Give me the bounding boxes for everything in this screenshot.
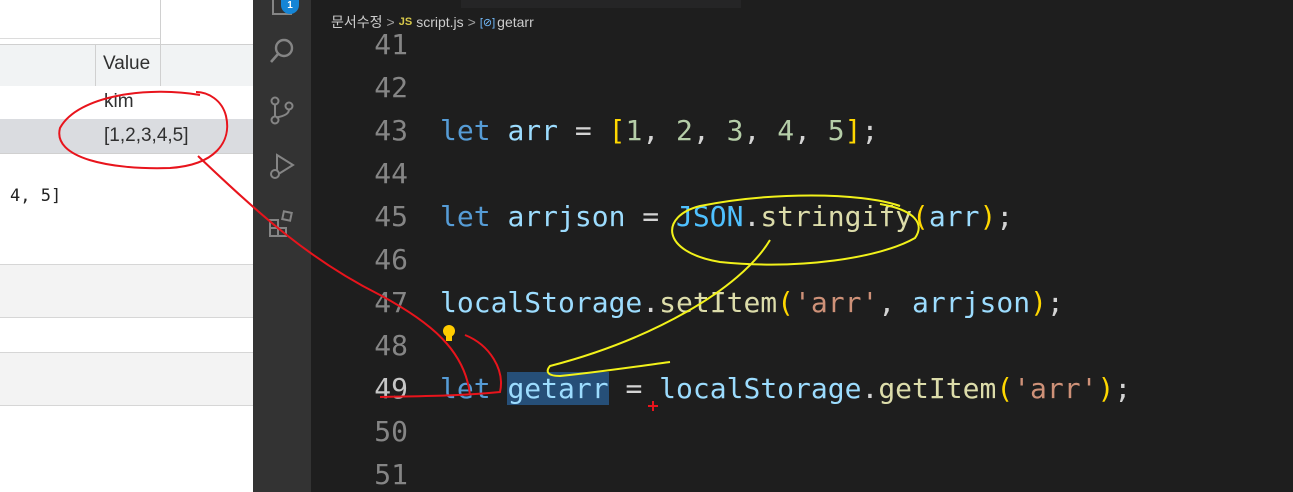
code-token: 5 — [827, 114, 845, 147]
search-icon[interactable] — [266, 35, 298, 67]
code-token: localStorage — [659, 372, 862, 405]
code-line[interactable]: 42 — [311, 67, 1293, 109]
line-number: 42 — [374, 71, 408, 104]
code-token: ] — [844, 114, 862, 147]
code-token: JSON — [676, 200, 744, 233]
code-token: , — [642, 114, 677, 147]
code-token: ( — [912, 200, 929, 233]
console-gray-band — [0, 264, 253, 318]
code-token: ) — [979, 200, 997, 233]
code-token: ; — [1114, 372, 1132, 405]
divider — [0, 153, 253, 154]
code-line[interactable]: 45 let arrjson = JSON.stringify(arr); — [311, 196, 1293, 238]
code-token: ( — [996, 372, 1014, 405]
code-token: . — [642, 286, 660, 319]
code-token: , — [743, 114, 778, 147]
lightbulb-icon[interactable] — [442, 324, 456, 344]
code-line[interactable]: 41 — [311, 24, 1293, 66]
code-token: getarr — [507, 372, 609, 405]
code-token: let — [440, 200, 491, 233]
code-line[interactable]: 48 — [311, 325, 1293, 367]
code-token: . — [743, 200, 761, 233]
code-editor[interactable]: 문서수정 > JS script.js > [⊘] getarr 41 42 43 let arr… — [311, 0, 1293, 492]
code-text[interactable]: let arr = [1, 2, 3, 4, 5]; — [440, 110, 878, 152]
code-token: ; — [1046, 286, 1064, 319]
code-token: 'arr' — [794, 286, 879, 319]
code-text[interactable]: let arrjson = JSON.stringify(arr); — [440, 196, 1013, 238]
extensions-icon[interactable] — [266, 208, 298, 240]
code-token: = — [608, 372, 660, 405]
code-token: ) — [1097, 372, 1115, 405]
code-token: 2 — [676, 114, 693, 147]
activity-bar — [253, 0, 311, 492]
code-line[interactable]: 47 localStorage.setItem('arr', arrjson); — [311, 282, 1293, 324]
code-token: let — [440, 372, 491, 405]
code-token: . — [861, 372, 879, 405]
code-token: [ — [608, 114, 626, 147]
devtools-top-strip — [0, 0, 160, 39]
code-line[interactable]: 51 — [311, 454, 1293, 492]
line-number: 47 — [374, 286, 408, 319]
code-token: 1 — [625, 114, 643, 147]
code-token: , — [878, 286, 913, 319]
line-number: 50 — [374, 415, 408, 448]
code-line[interactable]: 43 let arr = [1, 2, 3, 4, 5]; — [311, 110, 1293, 152]
console-output: 4, 5] — [10, 186, 62, 206]
code-line[interactable]: 50 — [311, 411, 1293, 453]
value-column-header[interactable]: Value — [103, 53, 150, 75]
line-number: 45 — [374, 200, 408, 233]
code-text[interactable]: let getarr = localStorage.getItem('arr')… — [440, 368, 1131, 410]
code-token: arrjson — [912, 286, 1031, 319]
code-token: = — [625, 200, 677, 233]
line-number: 46 — [374, 243, 408, 276]
code-token: setItem — [659, 286, 778, 319]
code-token: arr — [928, 200, 980, 233]
code-token: arrjson — [507, 200, 626, 233]
source-control-icon[interactable] — [266, 94, 298, 126]
code-token: = — [558, 114, 609, 147]
code-token: getItem — [878, 372, 997, 405]
code-line[interactable]: 44 — [311, 153, 1293, 195]
code-token: 3 — [726, 114, 744, 147]
line-number: 48 — [374, 329, 408, 362]
console-gray-band — [0, 352, 253, 406]
storage-row-value: kim — [104, 91, 134, 112]
code-token: 'arr' — [1013, 372, 1098, 405]
code-token: let — [440, 114, 491, 147]
code-token: ; — [996, 200, 1014, 233]
tab-strip-dark — [461, 0, 741, 8]
code-token: 4 — [777, 114, 795, 147]
line-number: 51 — [374, 458, 408, 491]
storage-row-value: [1,2,3,4,5] — [104, 125, 189, 146]
line-number: 44 — [374, 157, 408, 190]
code-token: arr — [507, 114, 559, 147]
code-token: ; — [861, 114, 879, 147]
code-token: localStorage — [440, 286, 643, 319]
code-token: ) — [1030, 286, 1047, 319]
devtools-panel: Value kim [1,2,3,4,5] 4, 5] — [0, 0, 253, 492]
code-token: ( — [777, 286, 795, 319]
code-line[interactable]: 46 — [311, 239, 1293, 281]
run-debug-icon[interactable] — [266, 150, 298, 182]
code-token: , — [692, 114, 727, 147]
code-token: stringify — [760, 200, 913, 233]
code-text[interactable]: localStorage.setItem('arr', arrjson); — [440, 282, 1064, 324]
line-number: 49 — [374, 372, 408, 405]
code-token: , — [794, 114, 828, 147]
line-number: 43 — [374, 114, 408, 147]
line-number: 41 — [374, 28, 408, 61]
code-line[interactable]: 49 let getarr = localStorage.getItem('arr… — [311, 368, 1293, 410]
column-divider — [160, 0, 161, 86]
